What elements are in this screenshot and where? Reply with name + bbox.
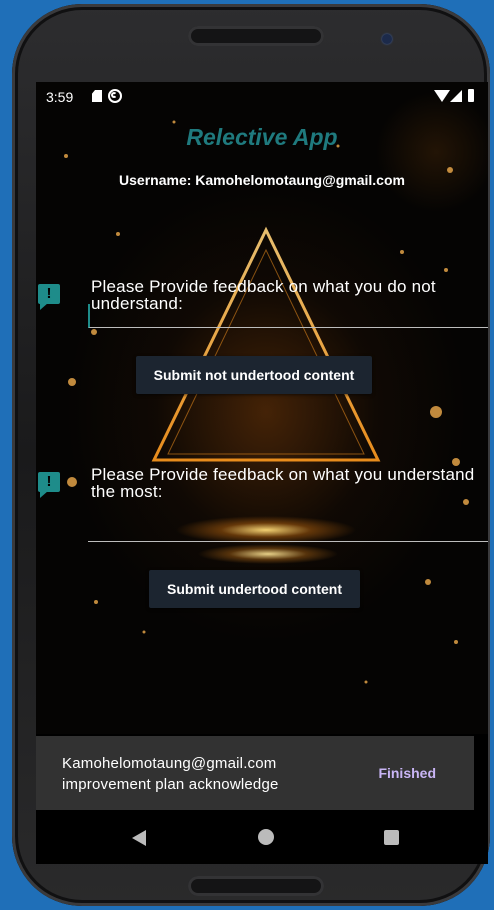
snackbar: Kamohelomotaung@gmail.com improvement pl…: [36, 736, 474, 810]
earpiece-speaker: [188, 26, 324, 46]
device-screen: 3:59 Relective App Username: Kamohelomot…: [36, 82, 488, 864]
battery-icon: [468, 89, 474, 102]
status-bar: 3:59: [36, 82, 488, 112]
submit-not-understood-button[interactable]: Submit not undertood content: [136, 356, 372, 394]
username-label: Username: Kamohelomotaung@gmail.com: [119, 172, 405, 188]
understood-input[interactable]: [88, 518, 488, 542]
home-icon[interactable]: [258, 829, 274, 845]
sync-icon: [108, 89, 122, 103]
recent-apps-icon[interactable]: [384, 830, 399, 845]
app-title: Relective App: [186, 124, 338, 150]
feedback-icon: !: [38, 472, 60, 498]
feedback-icon: !: [38, 284, 60, 310]
sd-card-icon: [92, 90, 102, 102]
snackbar-message: Kamohelomotaung@gmail.com improvement pl…: [62, 755, 279, 793]
back-icon[interactable]: [132, 830, 146, 846]
not-understood-input[interactable]: [88, 304, 488, 328]
signal-icon: [450, 90, 462, 102]
submit-understood-button[interactable]: Submit undertood content: [149, 570, 360, 608]
navigation-bar: [36, 812, 488, 864]
status-time: 3:59: [46, 89, 74, 105]
snackbar-finished-action[interactable]: Finished: [378, 765, 436, 781]
front-camera: [382, 34, 392, 44]
prompt-understood: Please Provide feedback on what you unde…: [91, 465, 475, 501]
bottom-speaker: [188, 876, 324, 896]
wifi-icon: [434, 90, 450, 102]
